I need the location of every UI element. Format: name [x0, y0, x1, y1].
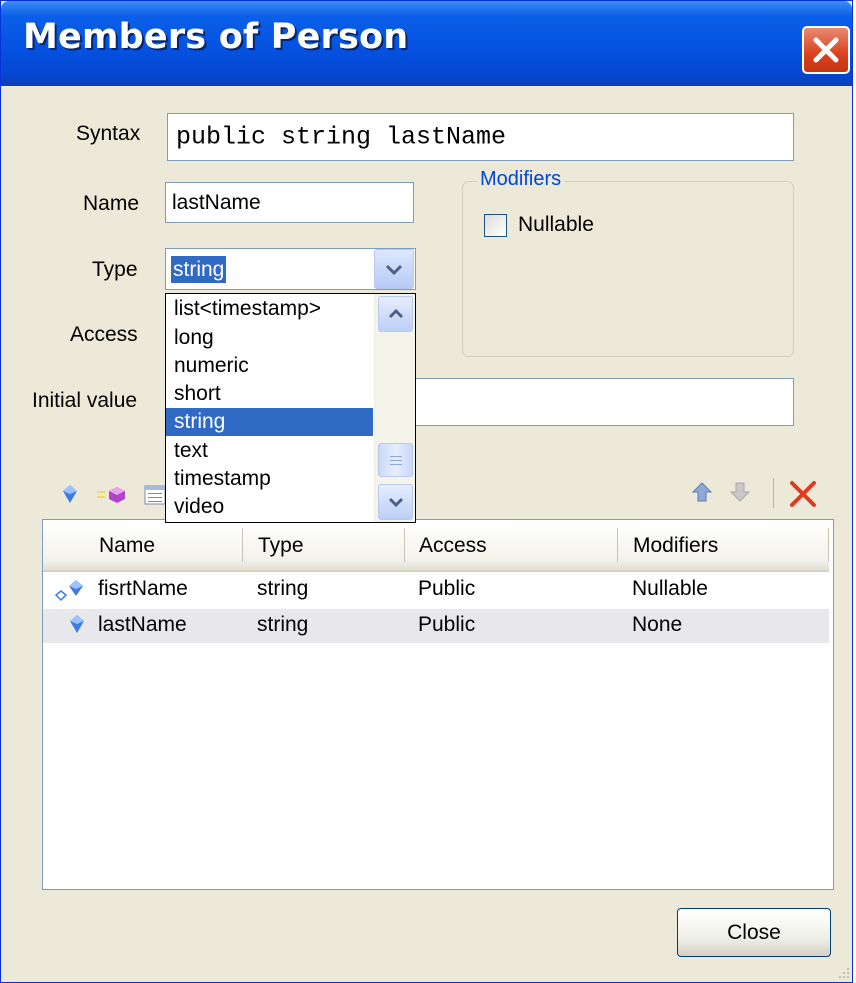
- grip-line: [390, 460, 402, 461]
- dropdown-scrollbar[interactable]: [374, 294, 415, 522]
- nullable-field-icon: [55, 580, 83, 602]
- syntax-value: public string lastName: [176, 122, 507, 152]
- resize-grip-icon[interactable]: [835, 964, 851, 980]
- close-button-label: Close: [727, 921, 781, 944]
- dropdown-option[interactable]: short: [166, 380, 373, 408]
- add-method-icon[interactable]: [96, 486, 130, 504]
- type-selected-text: string: [171, 256, 227, 283]
- cell-modifiers: None: [632, 613, 683, 636]
- nullable-label: Nullable: [518, 213, 594, 236]
- initial-value-label: Initial value: [32, 389, 138, 412]
- list-view-icon[interactable]: [144, 485, 166, 505]
- dropdown-option[interactable]: text: [166, 437, 373, 465]
- cell-name: lastName: [98, 613, 187, 636]
- type-label: Type: [92, 258, 138, 281]
- column-header-type[interactable]: Type: [258, 534, 304, 558]
- column-separator[interactable]: [404, 528, 405, 562]
- field-icon: [70, 615, 84, 633]
- access-label: Access: [70, 323, 138, 346]
- name-value: lastName: [172, 190, 261, 214]
- column-separator[interactable]: [828, 528, 829, 562]
- grip-line: [390, 464, 402, 465]
- cell-access: Public: [418, 613, 476, 636]
- chevron-up-icon: [388, 309, 404, 319]
- column-header-modifiers[interactable]: Modifiers: [633, 534, 718, 558]
- dropdown-option[interactable]: list<timestamp>: [166, 295, 373, 323]
- name-field[interactable]: lastName: [165, 182, 414, 223]
- dropdown-option[interactable]: video: [166, 493, 373, 521]
- type-dropdown-button[interactable]: [374, 249, 414, 289]
- close-button[interactable]: Close: [677, 908, 831, 957]
- chevron-down-icon: [385, 264, 403, 276]
- cell-type: string: [257, 577, 309, 600]
- window-title: Members of Person: [23, 17, 409, 57]
- scroll-up-button[interactable]: [378, 296, 413, 332]
- close-icon: [813, 37, 839, 63]
- cell-access: Public: [418, 577, 476, 600]
- cell-type: string: [257, 613, 309, 636]
- syntax-label: Syntax: [76, 122, 141, 145]
- modifiers-group: [462, 181, 794, 357]
- syntax-field[interactable]: public string lastName: [167, 113, 794, 161]
- column-header-access[interactable]: Access: [419, 534, 487, 558]
- type-dropdown-list[interactable]: list<timestamp> long numeric short strin…: [165, 293, 416, 523]
- grip-line: [390, 456, 402, 457]
- title-bar[interactable]: Members of Person: [1, 1, 852, 86]
- move-down-icon[interactable]: [729, 481, 751, 503]
- chevron-down-icon: [388, 497, 404, 507]
- cell-name: fisrtName: [98, 577, 188, 600]
- modifiers-legend: Modifiers: [477, 168, 565, 191]
- members-dialog: Members of Person Syntax public string l…: [0, 0, 853, 983]
- move-up-icon[interactable]: [691, 481, 713, 503]
- column-separator[interactable]: [617, 528, 618, 562]
- add-member-icon[interactable]: [62, 484, 78, 504]
- table-row[interactable]: lastName string Public None: [43, 609, 829, 643]
- scroll-thumb[interactable]: [378, 443, 413, 477]
- dropdown-option[interactable]: long: [166, 324, 373, 352]
- toolbar-separator: [773, 478, 774, 508]
- cell-modifiers: Nullable: [632, 577, 708, 600]
- column-header-name[interactable]: Name: [99, 534, 155, 558]
- delete-icon[interactable]: [789, 480, 817, 508]
- scroll-down-button[interactable]: [378, 484, 413, 520]
- dropdown-option[interactable]: numeric: [166, 352, 373, 380]
- window-close-button[interactable]: [802, 26, 850, 74]
- list-header: Name Type Access Modifiers: [43, 520, 829, 572]
- column-separator[interactable]: [242, 528, 243, 562]
- members-list[interactable]: Name Type Access Modifiers fisrtName str…: [42, 519, 834, 890]
- nullable-checkbox[interactable]: [484, 214, 507, 237]
- table-row[interactable]: fisrtName string Public Nullable: [43, 573, 829, 607]
- dropdown-option-selected[interactable]: string: [166, 408, 373, 436]
- dropdown-option[interactable]: timestamp: [166, 465, 373, 493]
- name-label: Name: [83, 192, 140, 215]
